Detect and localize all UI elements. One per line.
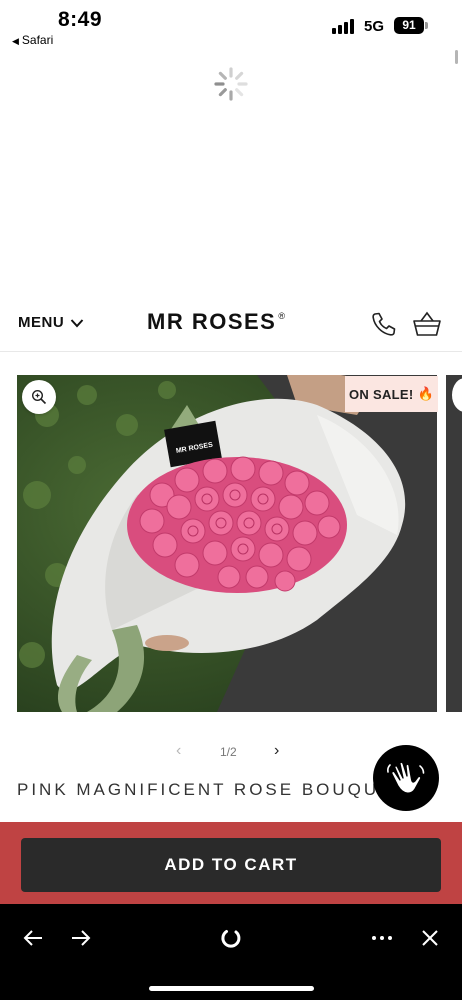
sale-badge: ON SALE! 🔥 [345,376,438,412]
browser-toolbar [0,904,462,1000]
next-image-peek[interactable] [446,375,462,712]
chevron-left-icon[interactable]: ‹ [176,742,181,760]
status-time: 8:49 [58,8,103,31]
status-bar: 8:49 ◀ Safari 5G 91 [0,0,462,50]
add-to-cart-bar: ADD TO CART [0,822,462,904]
back-arrow-icon[interactable] [20,924,48,952]
back-to-app-link[interactable]: ◀ Safari [12,33,53,47]
fire-icon: 🔥 [417,386,434,401]
forward-arrow-icon[interactable] [67,924,95,952]
chevron-down-icon [70,318,84,327]
signal-icon [332,18,356,34]
chevron-right-icon[interactable]: › [274,742,279,760]
phone-icon[interactable] [370,310,398,338]
add-to-cart-button[interactable]: ADD TO CART [21,838,441,892]
image-pager: ‹ 1/2 › [170,742,292,762]
battery-tip [425,22,428,29]
back-triangle-icon: ◀ [12,36,19,46]
network-label: 5G [364,18,385,35]
basket-icon[interactable] [412,310,442,338]
more-icon[interactable] [368,924,396,952]
site-header: MENU MR ROSES ® [0,300,462,352]
product-title: PINK MAGNIFICENT ROSE BOUQUET [17,780,397,799]
pager-count: 1/2 [220,745,237,759]
menu-label: MENU [18,314,65,331]
battery-level: 91 [394,17,424,34]
brand-registered-mark: ® [278,311,287,321]
close-icon[interactable] [416,924,444,952]
back-app-label: Safari [21,33,54,47]
product-gallery[interactable]: MR ROSES [0,375,462,713]
sale-badge-label: ON SALE! [348,386,414,402]
zoom-button[interactable] [22,380,56,414]
scroll-indicator[interactable] [455,50,458,64]
reload-icon[interactable] [217,924,245,952]
zoom-icon [31,389,47,405]
brand-name: MR ROSES [147,309,277,334]
brand-logo[interactable]: MR ROSES ® [147,309,287,335]
wave-hand-icon [387,761,425,794]
product-image[interactable]: MR ROSES [17,375,437,712]
menu-button[interactable]: MENU [18,314,84,331]
home-indicator[interactable] [149,986,314,991]
loading-spinner-icon [214,67,248,101]
chat-button[interactable] [373,745,439,811]
